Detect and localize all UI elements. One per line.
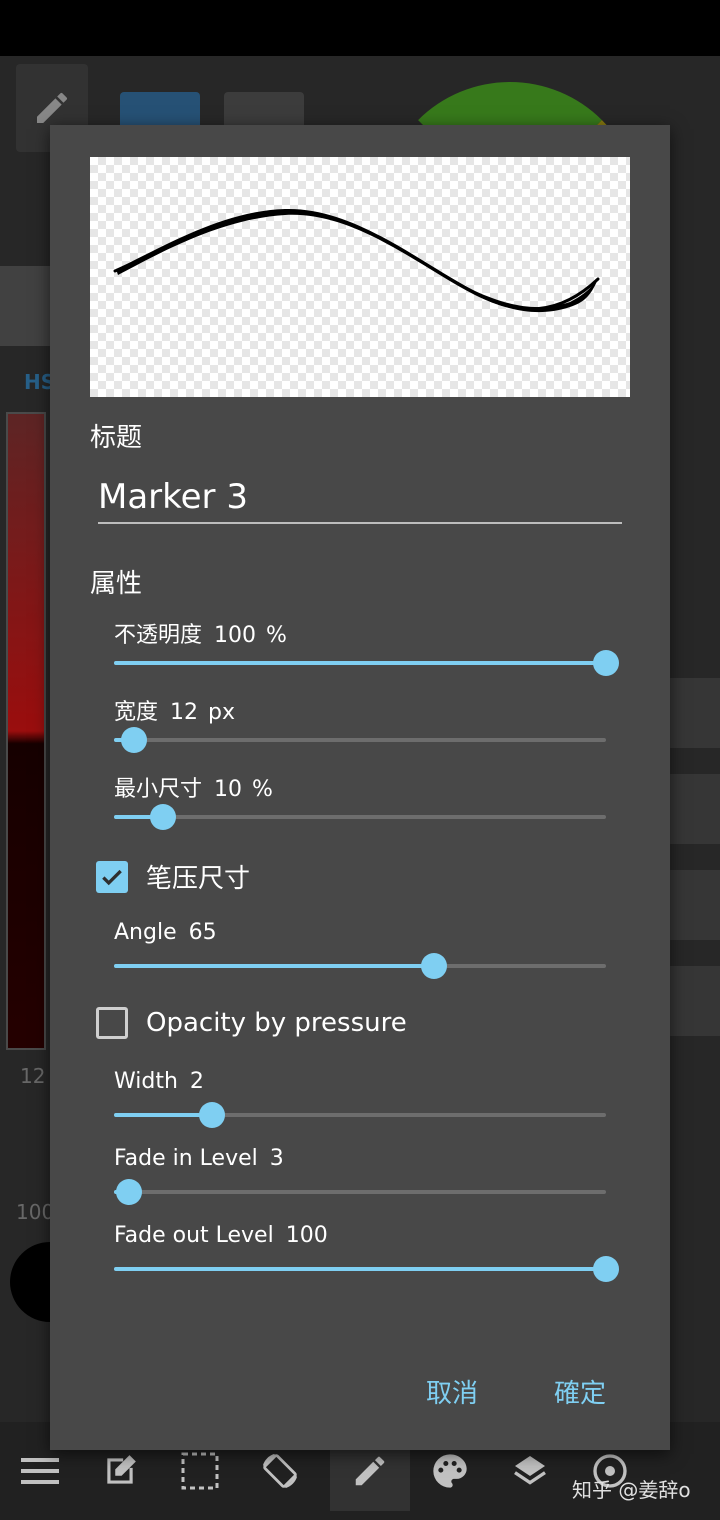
watermark: 知乎 @姜辞o	[572, 1478, 691, 1502]
opacity-label: 不透明度 100%	[114, 623, 287, 648]
min-size-label: 最小尺寸 10%	[114, 777, 273, 802]
width-slider[interactable]	[114, 727, 606, 753]
pressure-width-slider[interactable]	[114, 1102, 606, 1128]
opacity-slider-thumb[interactable]	[593, 650, 619, 676]
check-icon	[102, 869, 122, 885]
opacity-slider[interactable]	[114, 650, 619, 676]
fade-in-slider[interactable]	[114, 1179, 606, 1205]
fade-out-slider-thumb[interactable]	[593, 1256, 619, 1282]
min-size-slider-thumb[interactable]	[150, 804, 177, 830]
pressure-width-slider-thumb[interactable]	[199, 1102, 226, 1128]
fade-in-label: Fade in Level 3	[114, 1146, 284, 1171]
angle-slider-fill	[114, 964, 434, 968]
cancel-button[interactable]: 取消	[426, 1373, 478, 1410]
ok-button[interactable]: 確定	[554, 1373, 606, 1410]
pressure-size-checkbox[interactable]	[96, 860, 128, 893]
brush-title-value: Marker 3	[98, 477, 248, 517]
title-section-label: 标题	[90, 423, 143, 453]
angle-label: Angle 65	[114, 920, 217, 945]
fade-in-slider-thumb[interactable]	[115, 1179, 142, 1205]
fade-out-slider[interactable]	[114, 1256, 619, 1282]
brush-stroke-preview	[113, 208, 600, 313]
pressure-size-checkbox-row[interactable]: 笔压尺寸	[96, 858, 250, 895]
bg-color-slider	[6, 412, 46, 1050]
bg-size-value: 12	[20, 1064, 46, 1088]
brush-settings-dialog: 标题 Marker 3 属性 不透明度 100% 宽度 12 px 最小尺寸 10% 笔…	[50, 125, 670, 1450]
status-bar	[0, 0, 720, 56]
opacity-slider-fill	[114, 661, 606, 665]
fade-out-label: Fade out Level 100	[114, 1223, 328, 1248]
opacity-by-pressure-checkbox[interactable]	[96, 1007, 128, 1039]
bg-right-button	[670, 678, 720, 748]
width-label: 宽度 12 px	[114, 700, 235, 725]
bg-right-button	[670, 774, 720, 844]
properties-section-label: 属性	[90, 569, 143, 599]
bg-right-button	[670, 966, 720, 1036]
brush-title-input[interactable]: Marker 3	[98, 470, 622, 524]
pressure-size-label: 笔压尺寸	[146, 864, 251, 894]
bg-right-button	[670, 870, 720, 940]
angle-slider[interactable]	[114, 953, 606, 979]
fade-out-slider-fill	[114, 1267, 606, 1271]
brush-preview	[90, 157, 630, 397]
opacity-by-pressure-label: Opacity by pressure	[146, 1008, 407, 1038]
pressure-width-slider-fill	[114, 1113, 213, 1117]
bg-opacity-value: 100	[16, 1200, 55, 1224]
min-size-slider[interactable]	[114, 804, 606, 830]
opacity-by-pressure-checkbox-row[interactable]: Opacity by pressure	[96, 1007, 407, 1039]
pressure-width-label: Width 2	[114, 1069, 204, 1094]
angle-slider-thumb[interactable]	[420, 953, 447, 979]
width-slider-thumb[interactable]	[120, 727, 147, 753]
